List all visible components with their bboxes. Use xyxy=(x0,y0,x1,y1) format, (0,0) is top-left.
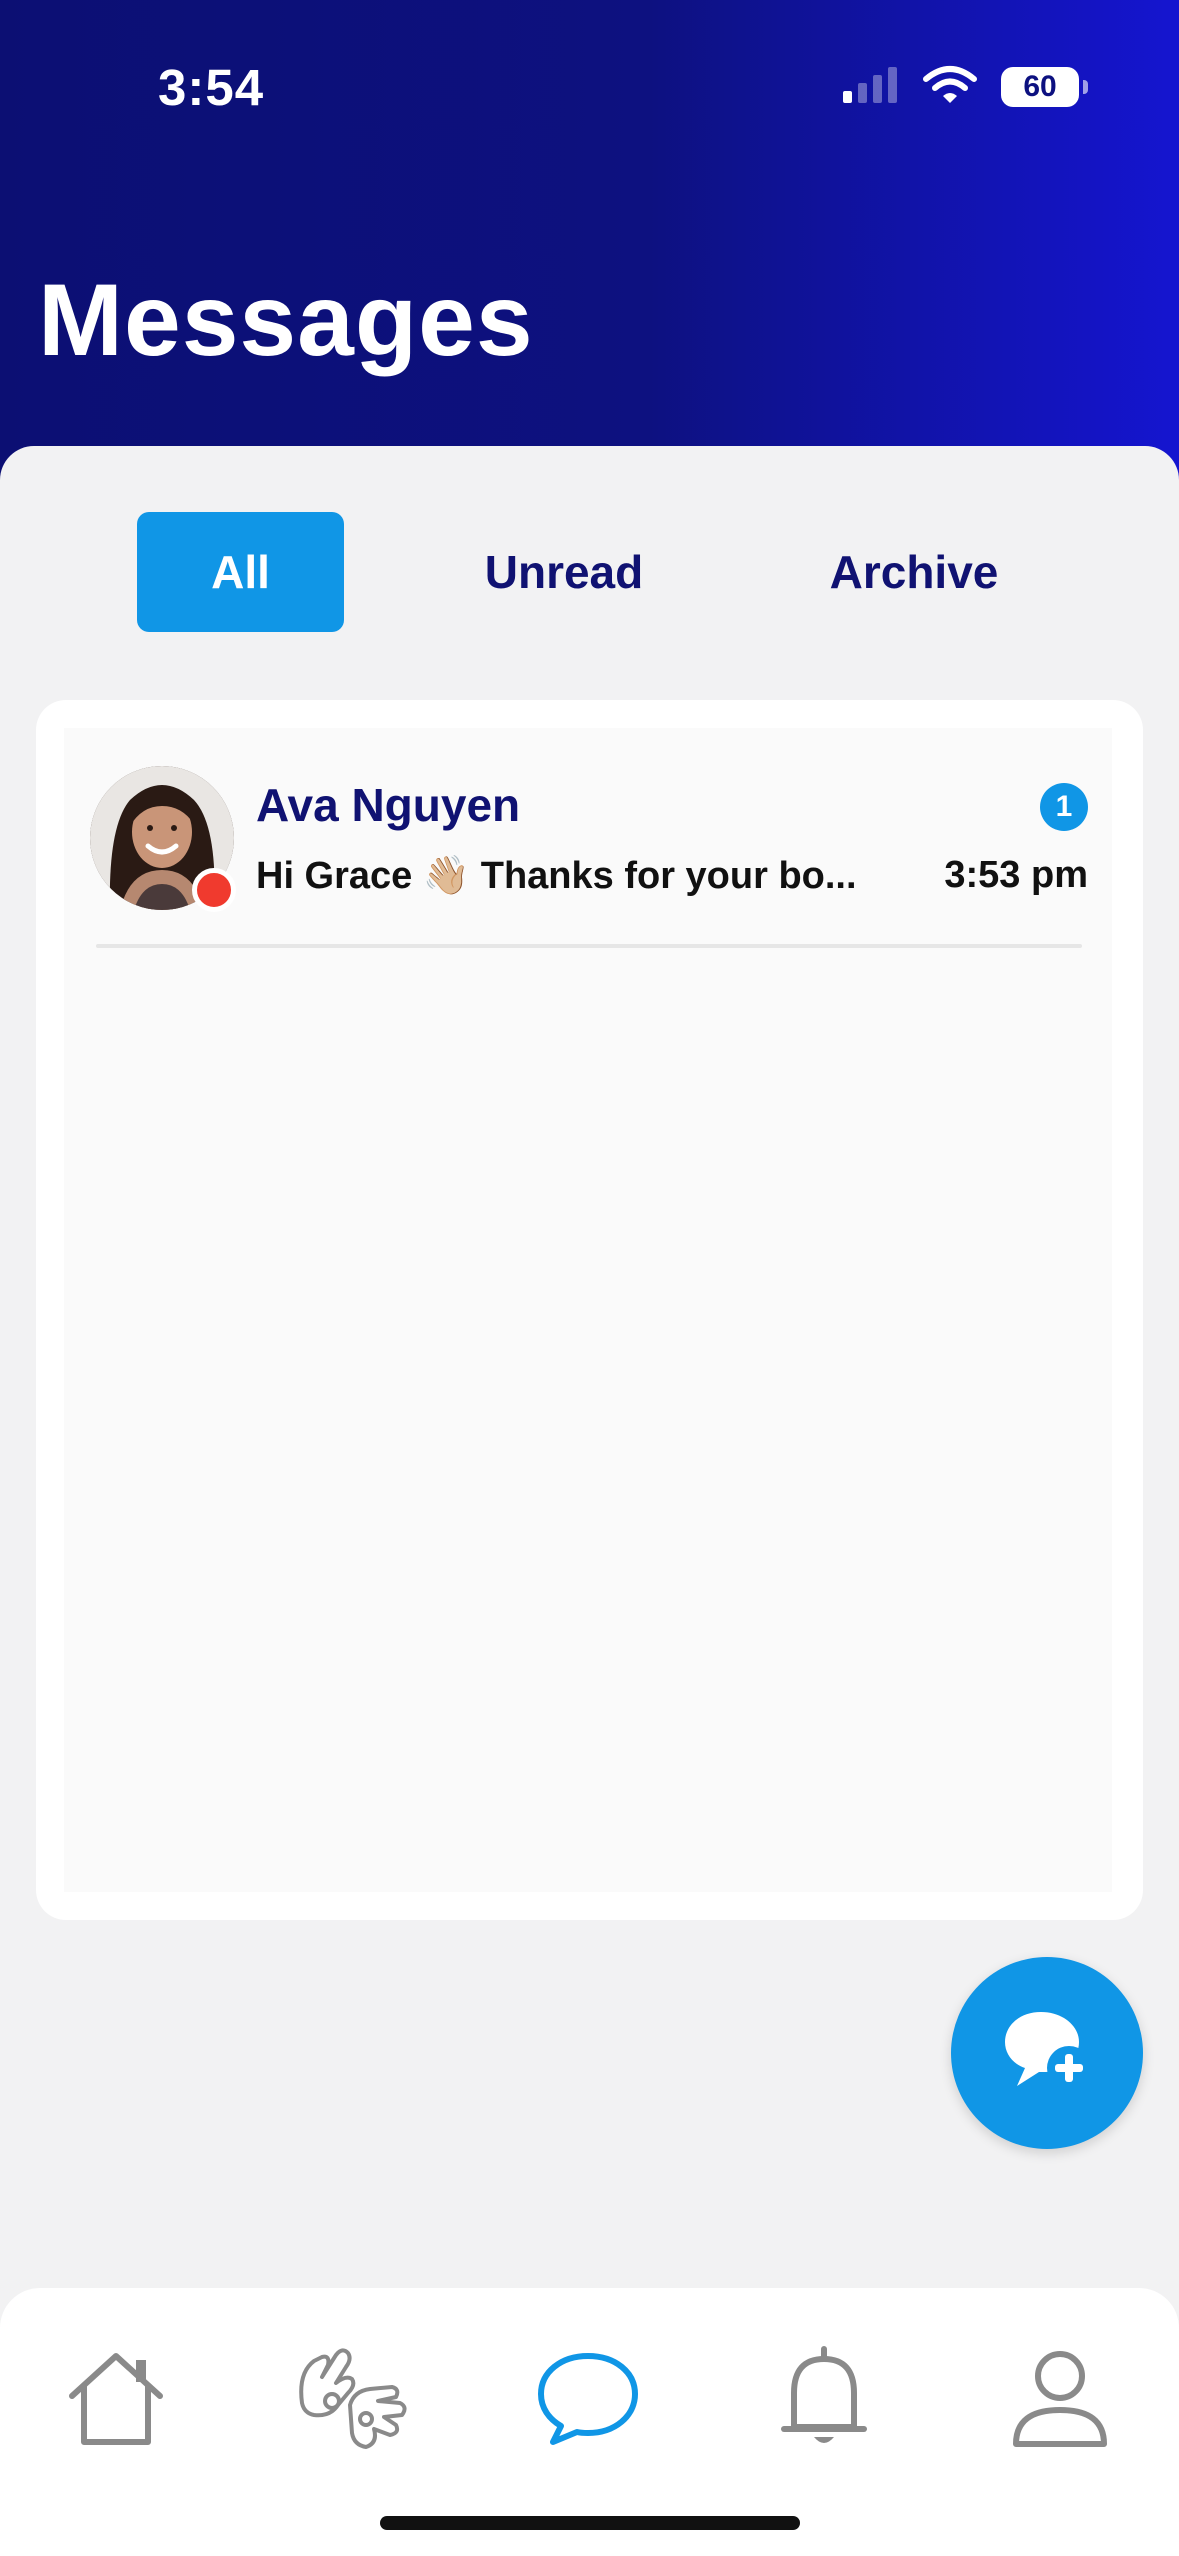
home-indicator xyxy=(380,2516,800,2530)
conversation-list-card: Ava Nguyen 1 Hi Grace 👋🏼 Thanks for your… xyxy=(36,700,1143,1920)
contact-name: Ava Nguyen xyxy=(256,779,521,831)
nav-messages[interactable] xyxy=(528,2340,648,2460)
nav-home[interactable] xyxy=(56,2340,176,2460)
status-icons: 60 xyxy=(841,62,1088,112)
content-area: All Unread Archive Ava Nguyen 1 Hi Grace… xyxy=(0,446,1179,2556)
conversation-row[interactable]: Ava Nguyen 1 Hi Grace 👋🏼 Thanks for your… xyxy=(64,728,1112,948)
profile-icon xyxy=(1008,2346,1112,2455)
divider xyxy=(96,944,1082,948)
filter-tabs: All Unread Archive xyxy=(0,512,1179,632)
wifi-icon xyxy=(923,65,977,110)
tab-all[interactable]: All xyxy=(137,512,344,632)
header: 3:54 60 Messages xyxy=(0,0,1179,500)
battery-indicator: 60 xyxy=(1001,67,1088,107)
bell-icon xyxy=(774,2343,874,2458)
online-status-dot xyxy=(192,868,236,912)
unread-badge: 1 xyxy=(1040,783,1088,831)
sign-language-icon xyxy=(292,2343,412,2458)
home-icon xyxy=(64,2348,168,2453)
nav-notifications[interactable] xyxy=(764,2340,884,2460)
message-preview: Hi Grace 👋🏼 Thanks for your bo... xyxy=(256,855,857,897)
conversation-list: Ava Nguyen 1 Hi Grace 👋🏼 Thanks for your… xyxy=(64,728,1112,1892)
nav-profile[interactable] xyxy=(1000,2340,1120,2460)
message-time: 3:53 pm xyxy=(944,854,1088,896)
new-message-icon xyxy=(999,2006,1095,2101)
status-time: 3:54 xyxy=(158,59,265,116)
new-message-button[interactable] xyxy=(951,1957,1143,2149)
tab-archive[interactable]: Archive xyxy=(808,512,1020,632)
messages-screen: 3:54 60 Messages All Unread Archive Ava … xyxy=(0,0,1179,2556)
nav-sign-language[interactable] xyxy=(292,2340,412,2460)
chat-bubble-icon xyxy=(533,2348,643,2453)
tab-unread[interactable]: Unread xyxy=(458,512,670,632)
page-title: Messages xyxy=(38,263,534,377)
cellular-signal-icon xyxy=(841,65,899,110)
